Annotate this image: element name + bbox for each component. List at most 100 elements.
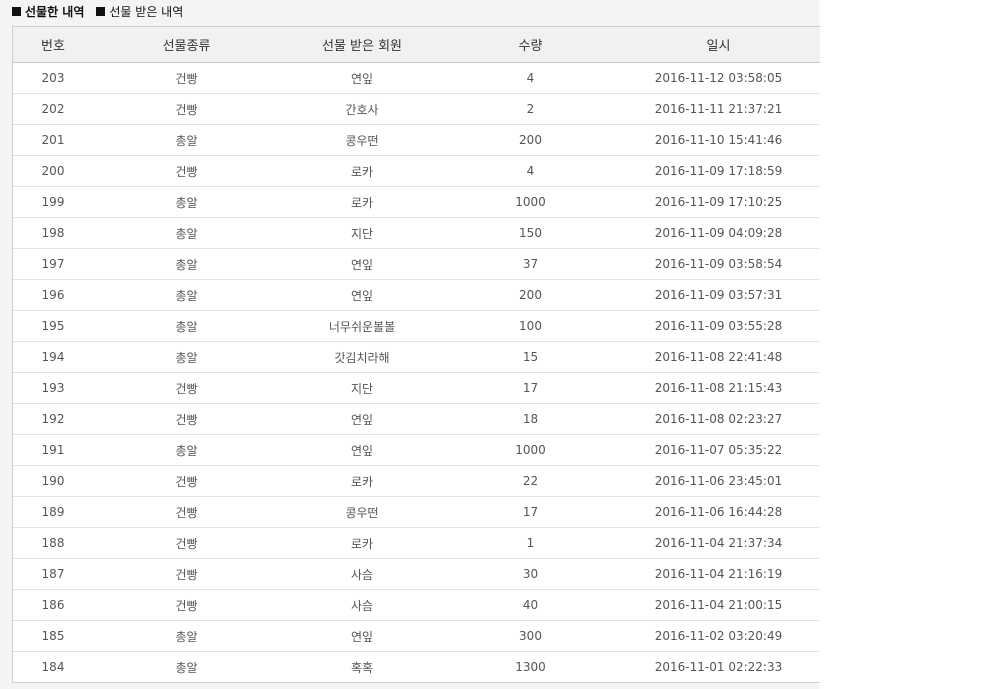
cell-datetime: 2016-11-09 03:57:31 — [617, 279, 820, 311]
cell-number: 200 — [13, 155, 93, 187]
cell-gift-type: 건빵 — [93, 372, 280, 404]
table-row: 191 총알 연잎 1000 2016-11-07 05:35:22 — [13, 434, 820, 466]
table-row: 200 건빵 로카 4 2016-11-09 17:18:59 — [13, 155, 820, 187]
cell-recipient: 콩우떤 — [280, 124, 444, 156]
table-row: 195 총알 너무쉬운볼볼 100 2016-11-09 03:55:28 — [13, 310, 820, 342]
cell-datetime: 2016-11-09 17:18:59 — [617, 155, 820, 187]
table-row: 193 건빵 지단 17 2016-11-08 21:15:43 — [13, 372, 820, 404]
cell-number: 201 — [13, 124, 93, 156]
cell-recipient: 연잎 — [280, 62, 444, 94]
square-bullet-icon — [96, 6, 106, 16]
cell-recipient: 연잎 — [280, 620, 444, 652]
table-row: 187 건빵 사슴 30 2016-11-04 21:16:19 — [13, 558, 820, 590]
cell-gift-type: 건빵 — [93, 527, 280, 559]
tab-received-gifts-label: 선물 받은 내역 — [109, 4, 184, 19]
cell-recipient: 지단 — [280, 372, 444, 404]
cell-quantity: 200 — [444, 279, 617, 311]
tab-sent-gifts[interactable]: 선물한 내역 — [12, 3, 84, 20]
cell-gift-type: 건빵 — [93, 589, 280, 621]
cell-gift-type: 총알 — [93, 341, 280, 373]
cell-recipient: 로카 — [280, 186, 444, 218]
cell-number: 196 — [13, 279, 93, 311]
cell-gift-type: 총알 — [93, 279, 280, 311]
cell-quantity: 150 — [444, 217, 617, 249]
cell-datetime: 2016-11-09 03:58:54 — [617, 248, 820, 280]
table-row: 194 총알 갓김치라해 15 2016-11-08 22:41:48 — [13, 341, 820, 373]
cell-recipient: 지단 — [280, 217, 444, 249]
cell-gift-type: 건빵 — [93, 93, 280, 125]
table-row: 197 총알 연잎 37 2016-11-09 03:58:54 — [13, 248, 820, 280]
cell-quantity: 4 — [444, 62, 617, 94]
cell-number: 203 — [13, 62, 93, 94]
cell-gift-type: 건빵 — [93, 155, 280, 187]
header-number: 번호 — [13, 27, 93, 63]
cell-gift-type: 총알 — [93, 620, 280, 652]
cell-quantity: 17 — [444, 496, 617, 528]
table-row: 201 총알 콩우떤 200 2016-11-10 15:41:46 — [13, 124, 820, 156]
cell-gift-type: 건빵 — [93, 496, 280, 528]
cell-quantity: 100 — [444, 310, 617, 342]
cell-recipient: 너무쉬운볼볼 — [280, 310, 444, 342]
cell-gift-type: 총알 — [93, 124, 280, 156]
cell-number: 192 — [13, 403, 93, 435]
table-row: 189 건빵 콩우떤 17 2016-11-06 16:44:28 — [13, 496, 820, 528]
table-header-row: 번호 선물종류 선물 받은 회원 수량 일시 — [13, 27, 820, 63]
cell-quantity: 37 — [444, 248, 617, 280]
cell-datetime: 2016-11-02 03:20:49 — [617, 620, 820, 652]
cell-quantity: 22 — [444, 465, 617, 497]
cell-quantity: 300 — [444, 620, 617, 652]
gift-history-table-container: 번호 선물종류 선물 받은 회원 수량 일시 203 건빵 연잎 4 2016-11-1… — [12, 26, 820, 683]
cell-quantity: 40 — [444, 589, 617, 621]
tab-sent-gifts-label: 선물한 내역 — [25, 4, 85, 19]
cell-datetime: 2016-11-08 21:15:43 — [617, 372, 820, 404]
cell-recipient: 간호사 — [280, 93, 444, 125]
cell-quantity: 200 — [444, 124, 617, 156]
cell-datetime: 2016-11-09 04:09:28 — [617, 217, 820, 249]
square-bullet-icon — [12, 6, 21, 16]
cell-datetime: 2016-11-06 16:44:28 — [617, 496, 820, 528]
cell-datetime: 2016-11-09 03:55:28 — [617, 310, 820, 342]
cell-quantity: 1300 — [515, 660, 546, 674]
cell-datetime: 2016-11-08 22:41:48 — [617, 341, 820, 373]
cell-number: 190 — [13, 465, 93, 497]
cell-number: 193 — [13, 372, 93, 404]
cell-recipient: 로카 — [280, 527, 444, 559]
table-row: 196 총알 연잎 200 2016-11-09 03:57:31 — [13, 279, 820, 311]
cell-number: 189 — [13, 496, 93, 528]
cell-recipient: 연잎 — [280, 248, 444, 280]
cell-quantity: 4 — [444, 155, 617, 187]
tab-received-gifts[interactable]: 선물 받은 내역 — [96, 3, 183, 20]
cell-datetime: 2016-11-06 23:45:01 — [617, 465, 820, 497]
cell-gift-type: 건빵 — [93, 403, 280, 435]
cell-datetime: 2016-11-08 02:23:27 — [617, 403, 820, 435]
table-body: 203 건빵 연잎 4 2016-11-12 03:58:05 202 건빵 간호사 2 2016… — [13, 62, 820, 683]
cell-quantity: 2 — [444, 93, 617, 125]
cell-gift-type: 총알 — [93, 217, 280, 249]
table-row: 203 건빵 연잎 4 2016-11-12 03:58:05 — [13, 62, 820, 94]
cell-gift-type: 총알 — [93, 186, 280, 218]
table-row: 190 건빵 로카 22 2016-11-06 23:45:01 — [13, 465, 820, 497]
cell-number: 199 — [13, 186, 93, 218]
cell-quantity: 1 — [444, 527, 617, 559]
cell-datetime: 2016-11-12 03:58:05 — [617, 62, 820, 94]
cell-quantity: 15 — [444, 341, 617, 373]
header-quantity: 수량 — [444, 27, 617, 63]
table-row: 188 건빵 로카 1 2016-11-04 21:37:34 — [13, 527, 820, 559]
cell-datetime: 2016-11-10 15:41:46 — [617, 124, 820, 156]
cell-datetime: 2016-11-09 17:10:25 — [617, 186, 820, 218]
cell-gift-type: 총알 — [93, 434, 280, 466]
table-row: 192 건빵 연잎 18 2016-11-08 02:23:27 — [13, 403, 820, 435]
cell-gift-type: 총알 — [93, 248, 280, 280]
cell-recipient: 콩우떤 — [280, 496, 444, 528]
header-recipient: 선물 받은 회원 — [280, 27, 444, 63]
cell-number: 186 — [13, 589, 93, 621]
cell-recipient: 연잎 — [280, 403, 444, 435]
cell-number: 194 — [13, 341, 93, 373]
table-row: 199 총알 로카 1000 2016-11-09 17:10:25 — [13, 186, 820, 218]
cell-datetime: 2016-11-04 21:37:34 — [617, 527, 820, 559]
cell-datetime: 2016-11-11 21:37:21 — [617, 93, 820, 125]
cell-number: 187 — [13, 558, 93, 590]
cell-recipient: 연잎 — [280, 279, 444, 311]
table-row: 185 총알 연잎 300 2016-11-02 03:20:49 — [13, 620, 820, 652]
cell-recipient: 갓김치라해 — [280, 341, 444, 373]
